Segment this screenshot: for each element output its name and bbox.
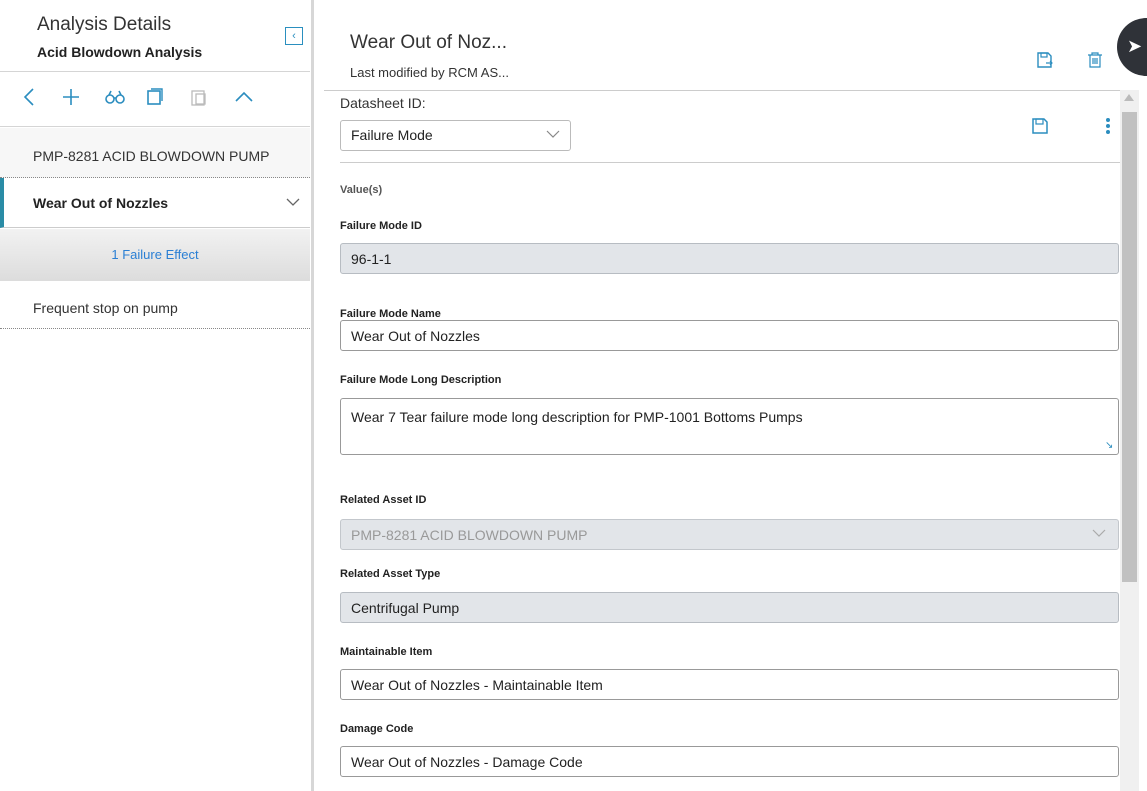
field-value: Wear Out of Nozzles - Maintainable Item xyxy=(351,677,603,693)
field-label: Damage Code xyxy=(340,723,414,735)
app: Analysis Details Acid Blowdown Analysis … xyxy=(0,0,1147,791)
field-value: PMP-8281 ACID BLOWDOWN PUMP xyxy=(351,527,588,543)
left-toolbar xyxy=(0,71,310,127)
maintainable-item-field[interactable]: Wear Out of Nozzles - Maintainable Item xyxy=(340,669,1119,700)
save-as-icon[interactable] xyxy=(1034,49,1056,71)
field-value: Centrifugal Pump xyxy=(351,600,460,616)
field-label: Failure Mode Name xyxy=(340,308,441,320)
chevron-down-icon xyxy=(546,126,560,142)
tree-item-label: Frequent stop on pump xyxy=(33,300,178,316)
paste-icon xyxy=(187,85,211,109)
copy-icon[interactable] xyxy=(143,85,167,109)
scrollbar-thumb[interactable] xyxy=(1122,112,1137,582)
datasheet-form: Datasheet ID: Failure Mode Value(s) Fail… xyxy=(324,90,1120,791)
chevron-left-icon[interactable]: ‹ xyxy=(285,27,303,45)
right-panel: Wear Out of Noz... Last modified by RCM … xyxy=(314,0,1147,791)
record-title: Wear Out of Noz... xyxy=(350,32,507,53)
tree-item-label: Wear Out of Nozzles xyxy=(33,195,169,211)
tree-item-asset[interactable]: PMP-8281 ACID BLOWDOWN PUMP xyxy=(0,128,310,178)
tree-item-label: PMP-8281 ACID BLOWDOWN PUMP xyxy=(33,148,270,164)
field-label: Maintainable Item xyxy=(340,646,433,658)
panel-title: Analysis Details xyxy=(37,14,172,35)
add-icon[interactable] xyxy=(59,85,83,109)
save-icon[interactable] xyxy=(1030,116,1050,136)
chevron-down-icon[interactable] xyxy=(286,194,300,210)
chevron-down-icon xyxy=(1092,525,1106,541)
analysis-name: Acid Blowdown Analysis xyxy=(37,44,203,60)
related-asset-id-select: PMP-8281 ACID BLOWDOWN PUMP xyxy=(340,519,1119,550)
left-panel: Analysis Details Acid Blowdown Analysis … xyxy=(0,0,310,791)
delete-icon[interactable] xyxy=(1084,49,1106,71)
more-options-icon[interactable] xyxy=(1098,116,1118,136)
field-value: 96-1-1 xyxy=(351,251,392,267)
chevron-up-icon[interactable] xyxy=(232,85,256,109)
last-modified: Last modified by RCM AS... xyxy=(350,65,509,80)
failure-mode-name-field[interactable]: Wear Out of Nozzles xyxy=(340,320,1119,351)
field-value: Wear Out of Nozzles - Damage Code xyxy=(351,754,583,770)
failure-effect-count: 1 Failure Effect xyxy=(111,247,199,262)
divider xyxy=(340,162,1120,163)
field-value: Wear 7 Tear failure mode long descriptio… xyxy=(351,409,803,425)
navigation-bubble[interactable]: ➤ xyxy=(1117,18,1147,76)
field-label: Related Asset Type xyxy=(340,568,441,580)
damage-code-field[interactable]: Wear Out of Nozzles - Damage Code xyxy=(340,746,1119,777)
datasheet-label: Datasheet ID: xyxy=(340,95,426,111)
related-asset-type-field: Centrifugal Pump xyxy=(340,592,1119,623)
values-heading: Value(s) xyxy=(340,184,383,196)
field-value: Wear Out of Nozzles xyxy=(351,328,480,344)
long-description-field[interactable]: Wear 7 Tear failure mode long descriptio… xyxy=(340,398,1119,455)
datasheet-value: Failure Mode xyxy=(351,127,433,143)
field-label: Failure Mode Long Description xyxy=(340,374,502,386)
tree-item-effect[interactable]: Frequent stop on pump xyxy=(0,281,310,329)
failure-mode-id-field: 96-1-1 xyxy=(340,243,1119,274)
tree-item-failure-mode[interactable]: Wear Out of Nozzles xyxy=(0,178,310,228)
login-icon: ➤ xyxy=(1127,36,1143,56)
field-label: Failure Mode ID xyxy=(340,220,422,232)
scroll-up-arrow-icon[interactable] xyxy=(1124,94,1134,101)
failure-effect-link[interactable]: 1 Failure Effect xyxy=(0,229,310,281)
back-icon[interactable] xyxy=(17,85,41,109)
field-label: Related Asset ID xyxy=(340,494,427,506)
binoculars-icon[interactable] xyxy=(103,85,127,109)
resize-handle-icon[interactable]: ↘ xyxy=(1105,441,1115,451)
datasheet-select[interactable]: Failure Mode xyxy=(340,120,571,151)
